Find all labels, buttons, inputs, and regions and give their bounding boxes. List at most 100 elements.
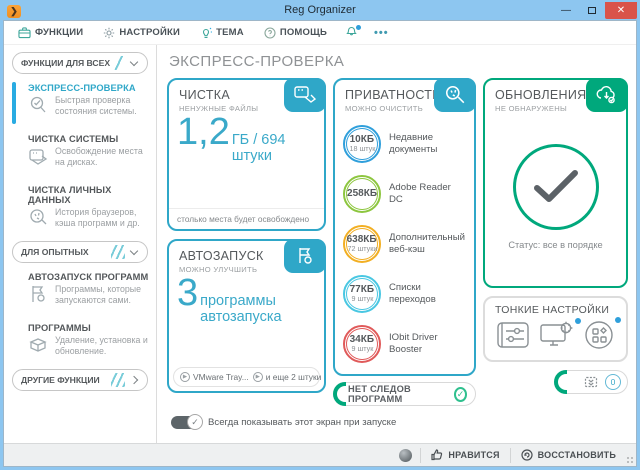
item-count: 18 штук	[350, 145, 376, 153]
flag-gear-icon	[28, 284, 50, 309]
resize-grip[interactable]	[626, 456, 634, 464]
autostart-app-label: VMware Tray...	[193, 372, 249, 382]
collapse-pill[interactable]: 0	[554, 370, 628, 394]
stripes-decor	[111, 56, 125, 70]
theme-lamp-icon	[200, 27, 212, 39]
cloud-download-corner-icon	[586, 78, 628, 112]
menu-settings[interactable]: НАСТРОЙКИ	[95, 22, 188, 44]
item-count: 72 штуки	[348, 245, 378, 253]
startup-toggle-row: ✓ Всегда показывать этот экран при запус…	[171, 416, 628, 429]
globe-icon[interactable]	[399, 449, 412, 462]
green-arc-decor	[554, 370, 567, 394]
cleaning-value: 1,2 ГБ / 694 штуки	[169, 113, 324, 208]
restore-label: ВОССТАНОВИТЬ	[538, 450, 616, 460]
tweaks-card[interactable]: ТОНКИЕ НАСТРОЙКИ	[483, 296, 628, 362]
minimize-button[interactable]: —	[553, 2, 579, 19]
item-count: 9 штук	[352, 295, 374, 303]
play-icon: ▶	[253, 372, 263, 382]
monitor-gear-icon[interactable]	[540, 321, 574, 354]
sidebar-section-advanced[interactable]: ДЛЯ ОПЫТНЫХ	[12, 241, 148, 263]
privacy-card[interactable]: ПРИВАТНОСТЬ МОЖНО ОЧИСТИТЬ 10КБ 18 штук	[333, 78, 476, 376]
menu-more-button[interactable]: •••	[368, 27, 395, 39]
privacy-item-adobe-reader[interactable]: 258КБ Adobe Reader DC	[343, 169, 466, 219]
maximize-button[interactable]	[579, 2, 605, 19]
privacy-item-recent-docs[interactable]: 10КБ 18 штук Недавние документы	[343, 119, 466, 169]
page-title: ЭКСПРЕСС-ПРОВЕРКА	[169, 53, 628, 70]
menu-help[interactable]: ПОМОЩЬ	[256, 22, 335, 44]
menu-functions[interactable]: ФУНКЦИИ	[10, 22, 91, 44]
autostart-count: 3	[177, 274, 198, 312]
chevron-down-icon	[130, 246, 138, 254]
sidebar-item-title: ЧИСТКА СИСТЕМЫ	[28, 134, 150, 144]
sidebar-item-title: ЭКСПРЕСС-ПРОВЕРКА	[28, 83, 150, 93]
item-count: 9 штук	[352, 345, 374, 353]
autostart-footer: ▶ VMware Tray... ▶ и еще 2 штуки	[173, 367, 320, 387]
app-window: ❯ Reg Organizer — ✕ ФУНКЦИИ НАСТРОЙКИ ТЕ…	[0, 0, 640, 470]
updates-card[interactable]: ОБНОВЛЕНИЯ НЕ ОБНАРУЖЕНЫ Статус: все в п…	[483, 78, 628, 288]
broom-corner-icon	[434, 78, 476, 112]
privacy-item-web-cache[interactable]: 638КБ 72 штуки Дополнительный веб-кэш	[343, 219, 466, 269]
privacy-item-jump-lists[interactable]: 77КБ 9 штук Списки переходов	[343, 269, 466, 319]
show-on-startup-toggle[interactable]: ✓	[171, 416, 201, 429]
sidebar-item-desc: Удаление, установка и обновление.	[55, 335, 150, 360]
titlebar: ❯ Reg Organizer — ✕	[3, 0, 637, 20]
sidebar-section-other[interactable]: ДРУГИЕ ФУНКЦИИ	[12, 369, 148, 391]
autostart-value: 3 программы автозапуска	[169, 274, 324, 367]
sidebar-item-programs[interactable]: ПРОГРАММЫ Удаление, установка и обновлен…	[4, 318, 156, 366]
size-ring: 34КБ 9 штук	[343, 325, 381, 363]
sliders-panel-icon[interactable]	[497, 322, 529, 353]
card-title: ТОНКИЕ НАСТРОЙКИ	[495, 304, 616, 316]
sidebar-item-desc: Освобождение места на дисках.	[55, 146, 150, 171]
thumbs-up-icon	[431, 449, 443, 461]
menu-theme[interactable]: ТЕМА	[192, 22, 252, 44]
window-title: Reg Organizer	[3, 4, 637, 16]
check-icon	[533, 169, 579, 205]
sidebar-item-desc: История браузеров, кэша программ и др.	[55, 207, 150, 232]
apps-circle-icon[interactable]	[584, 320, 614, 355]
close-button[interactable]: ✕	[605, 2, 637, 19]
cleaning-card[interactable]: ЧИСТКА НЕНУЖНЫЕ ФАЙЛЫ 1,2 ГБ / 694 штуки…	[167, 78, 326, 231]
autostart-unit: программы автозапуска	[200, 293, 316, 325]
privacy-item-iobit[interactable]: 34КБ 9 штук IObit Driver Booster	[343, 319, 466, 369]
updates-status: Статус: все в порядке	[508, 240, 602, 250]
item-label: Недавние документы	[389, 132, 466, 156]
toggle-label: Всегда показывать этот экран при запуске	[208, 417, 396, 428]
broom-icon	[28, 207, 50, 232]
disk-cleanup-icon	[28, 146, 50, 171]
menu-theme-label: ТЕМА	[216, 27, 244, 38]
autostart-app-chip[interactable]: ▶ VMware Tray...	[180, 372, 249, 382]
active-indicator	[12, 82, 16, 124]
section-all-label: ФУНКЦИИ ДЛЯ ВСЕХ	[21, 58, 110, 68]
chevron-right-icon	[130, 376, 138, 384]
maximize-icon	[588, 7, 596, 14]
sidebar-item-private-data[interactable]: ЧИСТКА ЛИЧНЫХ ДАННЫХ История браузеров, …	[4, 180, 156, 238]
sidebar-item-desc: Программы, которые запускаются сами.	[55, 284, 150, 309]
notification-dot	[615, 317, 621, 323]
notifications-button[interactable]	[339, 24, 364, 42]
counter-badge: 0	[605, 374, 621, 390]
like-button[interactable]: НРАВИТСЯ	[421, 444, 509, 466]
menu-help-label: ПОМОЩЬ	[280, 27, 327, 38]
magnifier-check-icon	[28, 95, 50, 120]
main-panel: ЭКСПРЕСС-ПРОВЕРКА ЧИСТКА НЕНУЖНЫЕ ФАЙЛЫ	[157, 45, 636, 443]
menu-settings-label: НАСТРОЙКИ	[119, 27, 180, 38]
sidebar-item-express-check[interactable]: ЭКСПРЕСС-ПРОВЕРКА Быстрая проверка состо…	[4, 78, 156, 126]
sidebar-section-all[interactable]: ФУНКЦИИ ДЛЯ ВСЕХ	[12, 52, 148, 74]
stripes-decor	[111, 245, 125, 259]
size-ring: 258КБ	[343, 175, 381, 213]
stripes-decor	[111, 373, 125, 387]
autostart-more-chip[interactable]: ▶ и еще 2 штуки	[253, 372, 322, 382]
sidebar-item-desc: Быстрая проверка состояния системы.	[55, 95, 150, 120]
sidebar-item-system-cleanup[interactable]: ЧИСТКА СИСТЕМЫ Освобождение места на дис…	[4, 129, 156, 177]
restore-button[interactable]: ВОССТАНОВИТЬ	[511, 444, 626, 466]
like-label: НРАВИТСЯ	[448, 450, 499, 460]
item-label: Списки переходов	[389, 282, 466, 306]
autostart-more-label: и еще 2 штуки	[266, 372, 322, 382]
check-circle-icon: ✓	[454, 387, 467, 402]
sidebar-item-autostart[interactable]: АВТОЗАПУСК ПРОГРАММ Программы, которые з…	[4, 267, 156, 315]
no-traces-pill[interactable]: НЕТ СЛЕДОВ ПРОГРАММ ✓	[333, 382, 476, 406]
help-icon	[264, 27, 276, 39]
cleaning-unit: ГБ / 694 штуки	[232, 132, 316, 164]
section-other-label: ДРУГИЕ ФУНКЦИИ	[21, 375, 100, 385]
autostart-card[interactable]: АВТОЗАПУСК МОЖНО УЛУЧШИТЬ 3 программы ав…	[167, 239, 326, 393]
